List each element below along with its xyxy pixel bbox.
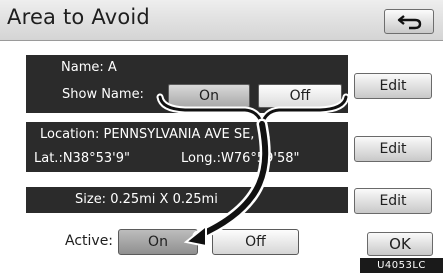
name-panel: Name: A Show Name: On Off: [26, 55, 348, 113]
latitude-value: Lat.:N38°53'9": [34, 151, 130, 166]
edit-location-button[interactable]: Edit: [354, 136, 432, 162]
show-name-off-button[interactable]: Off: [258, 84, 342, 108]
ok-button[interactable]: OK: [367, 232, 433, 256]
active-off-button[interactable]: Off: [212, 229, 299, 255]
edit-size-button[interactable]: Edit: [354, 188, 432, 214]
show-name-label: Show Name:: [62, 87, 144, 102]
size-value: Size: 0.25mi X 0.25mi: [75, 192, 218, 207]
name-value: Name: A: [61, 60, 117, 75]
figure-code: U4053LC: [360, 258, 443, 273]
longitude-value: Long.:W76°59'58": [181, 151, 300, 166]
size-panel: Size: 0.25mi X 0.25mi: [26, 187, 348, 213]
page-title: Area to Avoid: [7, 5, 150, 29]
location-panel: Location: PENNSYLVANIA AVE SE, ... Lat.:…: [26, 122, 348, 172]
back-button[interactable]: [384, 9, 434, 34]
location-value: Location: PENNSYLVANIA AVE SE, ...: [40, 127, 271, 142]
edit-name-button[interactable]: Edit: [354, 73, 432, 99]
title-bar: Area to Avoid: [0, 0, 443, 41]
active-on-button[interactable]: On: [118, 229, 198, 255]
show-name-on-button[interactable]: On: [168, 84, 250, 108]
active-label: Active:: [65, 233, 114, 249]
